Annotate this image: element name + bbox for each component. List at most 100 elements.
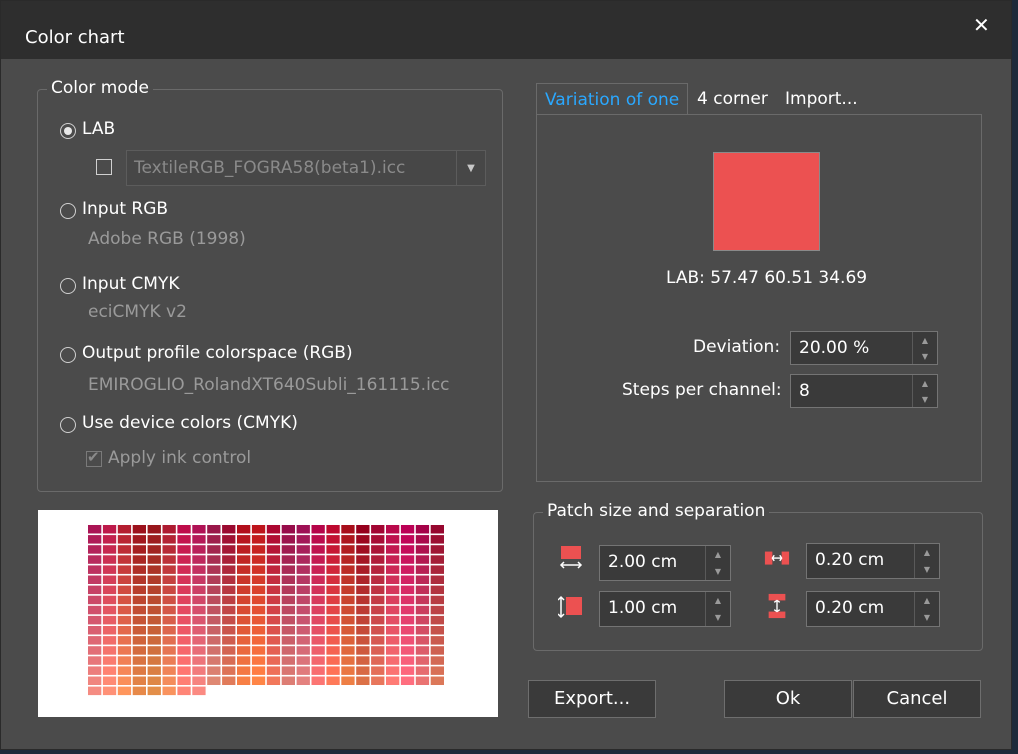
chevron-up-icon[interactable]: ▲: [915, 544, 939, 561]
preview-patch: [356, 585, 370, 595]
chevron-up-icon[interactable]: ▲: [915, 592, 939, 609]
preview-patch: [400, 575, 415, 584]
preview-patch: [356, 525, 370, 534]
preview-patch: [326, 555, 340, 564]
color-swatch[interactable]: [713, 152, 820, 251]
deviation-spinbox[interactable]: 20.00 % ▲ ▼: [790, 331, 938, 365]
preview-patch: [400, 676, 415, 685]
preview-patch: [177, 656, 191, 665]
preview-patch: [192, 535, 206, 544]
preview-patch: [430, 565, 444, 574]
steps-label: Steps per channel:: [622, 380, 782, 400]
preview-patch: [415, 535, 430, 544]
preview-patch: [296, 615, 310, 625]
preview-patch: [415, 565, 430, 574]
preview-patch: [400, 545, 415, 554]
tab-4-corner[interactable]: 4 corner: [689, 83, 776, 115]
preview-patch: [117, 676, 132, 685]
preview-patch: [266, 535, 281, 544]
chevron-down-icon[interactable]: ▼: [915, 561, 939, 578]
radio-lab[interactable]: [60, 123, 76, 139]
tab-import[interactable]: Import...: [777, 83, 866, 115]
preview-patch: [237, 525, 251, 534]
radio-device-colors[interactable]: [60, 417, 76, 433]
preview-patch: [266, 605, 281, 615]
preview-patch: [207, 565, 221, 574]
preview-patch: [356, 575, 370, 584]
preview-patch: [311, 565, 325, 574]
radio-input-cmyk[interactable]: [60, 278, 76, 294]
preview-patch: [296, 545, 310, 554]
preview-patch: [281, 646, 295, 655]
preview-patch: [266, 656, 281, 665]
ok-button[interactable]: Ok: [724, 680, 852, 718]
tab-variation-of-one[interactable]: Variation of one: [536, 83, 688, 115]
preview-patch: [415, 575, 430, 584]
preview-patch: [386, 656, 400, 665]
preview-patch: [132, 535, 146, 544]
preview-patch: [356, 555, 370, 564]
chevron-up-icon[interactable]: ▲: [913, 332, 937, 348]
preview-patch: [162, 676, 176, 685]
preview-patch: [147, 565, 161, 574]
preview-patch: [356, 666, 370, 675]
preview-patch: [222, 595, 236, 605]
chevron-up-icon[interactable]: ▲: [913, 375, 937, 391]
preview-patch: [88, 555, 102, 564]
chevron-down-icon[interactable]: ▼: [706, 563, 730, 580]
preview-patch: [326, 525, 340, 534]
vertical-separation-spinbox[interactable]: 0.20 cm ▲ ▼: [806, 591, 940, 627]
preview-patch: [192, 525, 206, 534]
preview-patch: [266, 525, 281, 534]
preview-patch: [296, 595, 310, 605]
preview-patch: [117, 585, 132, 595]
preview-patch: [296, 525, 310, 534]
preview-patch: [88, 535, 102, 544]
lab-profile-value: TextileRGB_FOGRA58(beta1).icc: [134, 158, 406, 178]
horizontal-separation-spinbox[interactable]: 0.20 cm ▲ ▼: [806, 543, 940, 579]
radio-input-rgb-label: Input RGB: [82, 199, 169, 219]
radio-input-rgb[interactable]: [60, 203, 76, 219]
preview-patch: [400, 535, 415, 544]
input-cmyk-profile: eciCMYK v2: [88, 302, 187, 322]
export-button[interactable]: Export...: [528, 680, 656, 718]
preview-patch: [251, 666, 266, 675]
preview-patch: [386, 636, 400, 645]
radio-output-profile[interactable]: [60, 347, 76, 363]
lab-profile-checkbox[interactable]: [96, 159, 112, 175]
preview-patch: [371, 605, 385, 615]
chevron-up-icon[interactable]: ▲: [706, 546, 730, 563]
chevron-down-icon[interactable]: ▼: [915, 609, 939, 626]
preview-patch: [117, 636, 132, 645]
preview-patch: [177, 676, 191, 685]
cancel-button[interactable]: Cancel: [853, 680, 981, 718]
preview-patch: [177, 626, 191, 635]
preview-patch: [251, 615, 266, 625]
chevron-up-icon[interactable]: ▲: [706, 592, 730, 609]
close-icon[interactable]: ✕: [973, 13, 990, 37]
chevron-down-icon[interactable]: ▼: [913, 391, 937, 407]
chevron-down-icon[interactable]: ▼: [706, 609, 730, 626]
patch-width-spinbox[interactable]: 2.00 cm ▲ ▼: [599, 545, 731, 581]
steps-spinbox[interactable]: 8 ▲ ▼: [790, 374, 938, 408]
preview-patch: [147, 595, 161, 605]
preview-patch: [281, 605, 295, 615]
chevron-down-icon[interactable]: ▼: [913, 348, 937, 364]
preview-patch: [415, 605, 430, 615]
steps-stepper: ▲ ▼: [912, 375, 937, 407]
preview-patch: [311, 646, 325, 655]
preview-patch: [192, 575, 206, 584]
lab-profile-dropdown: TextileRGB_FOGRA58(beta1).icc ▼: [126, 150, 486, 186]
preview-patch: [415, 545, 430, 554]
preview-patch: [147, 545, 161, 554]
preview-patch: [117, 565, 132, 574]
preview-patch: [88, 615, 102, 625]
preview-patch: [266, 555, 281, 564]
preview-patch: [102, 676, 117, 685]
preview-patch: [281, 666, 295, 675]
preview-patch: [207, 535, 221, 544]
preview-patch: [356, 626, 370, 635]
patch-height-spinbox[interactable]: 1.00 cm ▲ ▼: [599, 591, 731, 627]
preview-patch: [386, 626, 400, 635]
preview-patch: [207, 585, 221, 595]
